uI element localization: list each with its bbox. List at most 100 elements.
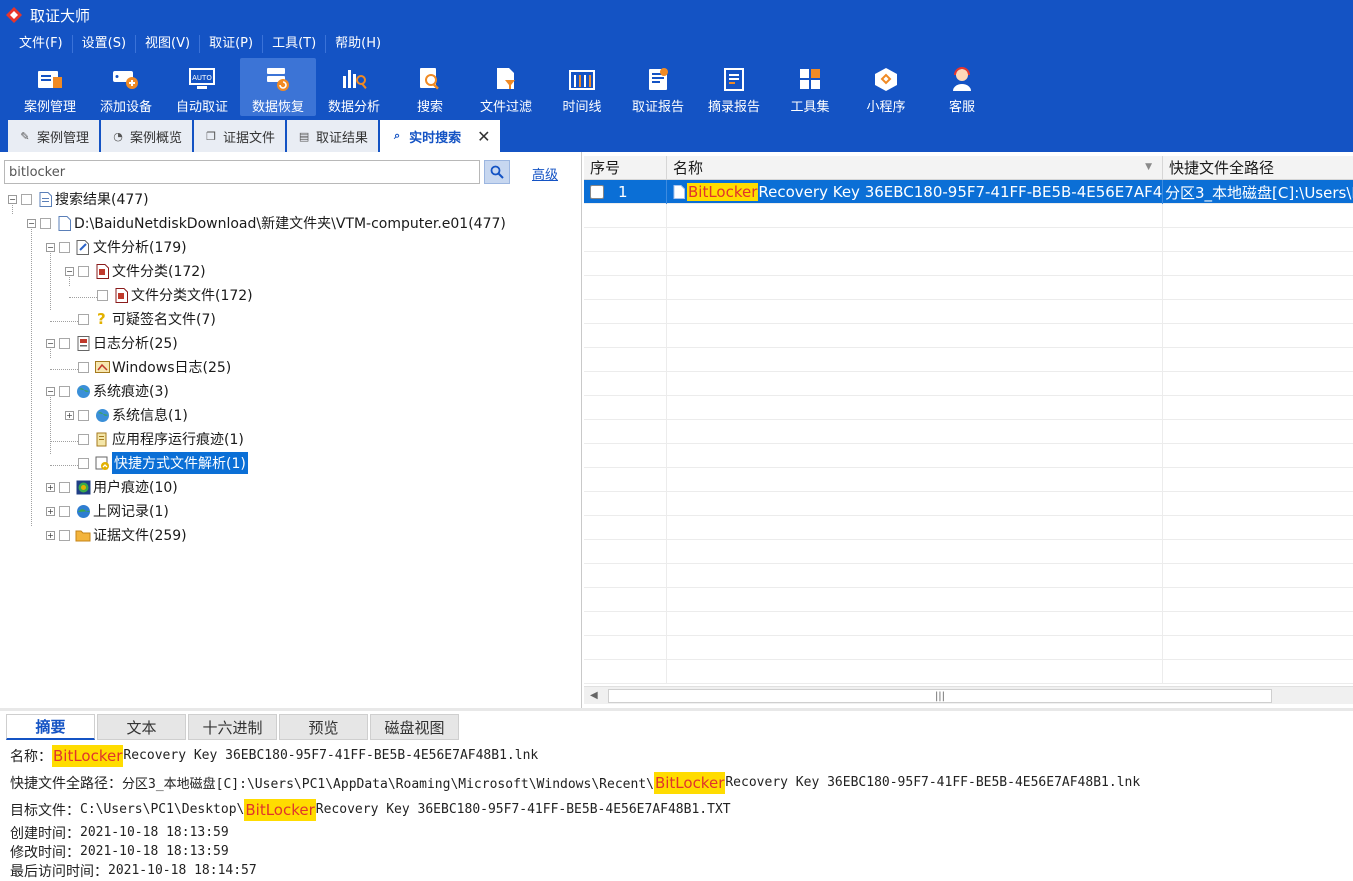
- tree-checkbox[interactable]: [59, 241, 70, 253]
- keyword-highlight: BitLocker: [687, 183, 759, 201]
- grid-header: 序号 名称 ▼ 快捷文件全路径: [584, 156, 1353, 180]
- toolbar-file-filter-button[interactable]: 文件过滤: [468, 58, 544, 116]
- menu-forensics[interactable]: 取证(P): [200, 35, 264, 53]
- expand-toggle[interactable]: +: [46, 506, 55, 516]
- customer-service-icon: [947, 64, 977, 94]
- tree-checkbox[interactable]: [40, 217, 51, 229]
- tree-node-suspicious-signature[interactable]: ? 可疑签名文件(7): [78, 308, 216, 330]
- menu-file[interactable]: 文件(F): [10, 35, 73, 53]
- collapse-toggle[interactable]: −: [46, 386, 55, 396]
- tree-checkbox[interactable]: [59, 481, 70, 493]
- tree-node-classified-files[interactable]: 文件分类文件(172): [97, 284, 253, 306]
- toolbar-timeline-button[interactable]: 时间线: [544, 58, 620, 116]
- tree-node-system-traces[interactable]: − 系统痕迹(3): [46, 380, 169, 402]
- toolbar-search-button[interactable]: 搜索: [392, 58, 468, 116]
- tree-checkbox[interactable]: [97, 289, 108, 301]
- tab-preview[interactable]: 预览: [279, 714, 368, 740]
- tree-node-file-analysis[interactable]: − 文件分析(179): [46, 236, 187, 258]
- collapse-toggle[interactable]: −: [8, 194, 17, 204]
- expand-toggle[interactable]: +: [65, 410, 74, 420]
- tab-case-management[interactable]: ✎ 案例管理: [8, 120, 100, 152]
- tree-checkbox[interactable]: [78, 313, 89, 325]
- copy-icon: ❐: [206, 129, 216, 143]
- tab-disk-view[interactable]: 磁盘视图: [370, 714, 459, 740]
- tree-checkbox[interactable]: [78, 265, 89, 277]
- horizontal-scrollbar[interactable]: ◀ |||: [584, 686, 1353, 704]
- tab-summary[interactable]: 摘要: [6, 714, 95, 740]
- tree-node-app-run-traces[interactable]: 应用程序运行痕迹(1): [78, 428, 244, 450]
- toolbar-excerpt-report-button[interactable]: 摘录报告: [696, 58, 772, 116]
- toolbar-toolkit-button[interactable]: 工具集: [772, 58, 848, 116]
- tree-node-search-results[interactable]: − 搜索结果(477): [8, 188, 149, 210]
- left-pane: 高级 − 搜索结果(477) − D:\BaiduNetdiskDownload…: [0, 152, 582, 708]
- tree-checkbox[interactable]: [78, 433, 89, 445]
- menu-help[interactable]: 帮助(H): [326, 35, 390, 53]
- expand-toggle[interactable]: +: [46, 530, 55, 540]
- globe-icon: [94, 407, 110, 423]
- tree-checkbox[interactable]: [78, 361, 89, 373]
- auto-forensic-icon: AUTO: [187, 64, 217, 94]
- tree-node-log-analysis[interactable]: − 日志分析(25): [46, 332, 178, 354]
- selected-node-label: 快捷方式文件解析(1): [112, 452, 248, 474]
- tab-realtime-search[interactable]: ⌕ 实时搜索 ✕: [380, 120, 501, 152]
- filter-arrow-icon[interactable]: ▼: [1145, 162, 1152, 172]
- tree-checkbox[interactable]: [59, 385, 70, 397]
- forensic-report-icon: [643, 64, 673, 94]
- menu-view[interactable]: 视图(V): [136, 35, 201, 53]
- tab-case-overview[interactable]: ◔ 案例概览: [101, 120, 193, 152]
- svg-text:AUTO: AUTO: [192, 74, 212, 82]
- column-header-index[interactable]: 序号: [584, 156, 667, 179]
- file-filter-icon: [491, 64, 521, 94]
- pane-splitter[interactable]: [0, 708, 1353, 711]
- tree-checkbox[interactable]: [78, 457, 89, 469]
- tree-node-evidence-files[interactable]: + 证据文件(259): [46, 524, 187, 546]
- tree-node-browsing-history[interactable]: + 上网记录(1): [46, 500, 169, 522]
- toolbar-add-device-button[interactable]: 添加设备: [88, 58, 164, 116]
- tree-checkbox[interactable]: [59, 529, 70, 541]
- search-input[interactable]: [4, 160, 480, 184]
- collapse-toggle[interactable]: −: [46, 242, 55, 252]
- toolbar-case-management-button[interactable]: 案例管理: [12, 58, 88, 116]
- toolbar-data-analysis-button[interactable]: 数据分析: [316, 58, 392, 116]
- collapse-toggle[interactable]: −: [27, 218, 36, 228]
- empty-row: [584, 204, 1353, 228]
- magnifier-icon: [490, 165, 504, 179]
- empty-row: [584, 300, 1353, 324]
- tree-node-windows-log[interactable]: Windows日志(25): [78, 356, 231, 378]
- close-tab-icon[interactable]: ✕: [477, 127, 490, 146]
- row-checkbox[interactable]: [590, 185, 604, 199]
- tree-node-user-traces[interactable]: + 用户痕迹(10): [46, 476, 178, 498]
- tree-checkbox[interactable]: [78, 409, 89, 421]
- tree-node-file-classification[interactable]: − 文件分类(172): [65, 260, 206, 282]
- tab-forensic-results[interactable]: ▤ 取证结果: [287, 120, 379, 152]
- advanced-search-link[interactable]: 高级: [532, 164, 558, 183]
- scrollbar-thumb[interactable]: |||: [608, 689, 1272, 703]
- tab-hex[interactable]: 十六进制: [188, 714, 277, 740]
- tree-checkbox[interactable]: [59, 337, 70, 349]
- menu-tools[interactable]: 工具(T): [263, 35, 327, 53]
- tree-checkbox[interactable]: [59, 505, 70, 517]
- toolbar-mini-program-button[interactable]: 小程序: [848, 58, 924, 116]
- document-tabs: ✎ 案例管理 ◔ 案例概览 ❐ 证据文件 ▤ 取证结果 ⌕ 实时搜索 ✕: [0, 118, 1353, 152]
- toolbar-forensic-report-button[interactable]: 取证报告: [620, 58, 696, 116]
- user-traces-icon: [75, 479, 91, 495]
- toolbar-customer-service-button[interactable]: 客服: [924, 58, 1000, 116]
- tree-node-system-info[interactable]: + 系统信息(1): [65, 404, 188, 426]
- toolbar-auto-forensic-button[interactable]: AUTO 自动取证: [164, 58, 240, 116]
- tab-evidence-files[interactable]: ❐ 证据文件: [194, 120, 286, 152]
- collapse-toggle[interactable]: −: [46, 338, 55, 348]
- empty-row: [584, 612, 1353, 636]
- collapse-toggle[interactable]: −: [65, 266, 74, 276]
- tab-text[interactable]: 文本: [97, 714, 186, 740]
- toolbar-data-recovery-button[interactable]: 数据恢复: [240, 58, 316, 116]
- column-header-shortcut-path[interactable]: 快捷文件全路径: [1163, 156, 1353, 179]
- tree-checkbox[interactable]: [21, 193, 32, 205]
- expand-toggle[interactable]: +: [46, 482, 55, 492]
- column-header-name[interactable]: 名称 ▼: [667, 156, 1163, 179]
- scroll-left-arrow-icon[interactable]: ◀: [590, 690, 598, 701]
- menu-settings[interactable]: 设置(S): [73, 35, 137, 53]
- tree-node-image-file[interactable]: − D:\BaiduNetdiskDownload\新建文件夹\VTM-comp…: [27, 212, 506, 234]
- tree-node-shortcut-parse[interactable]: 快捷方式文件解析(1): [78, 452, 248, 474]
- table-row[interactable]: 1 BitLocker Recovery Key 36EBC180-95F7-4…: [584, 180, 1353, 204]
- search-button[interactable]: [484, 160, 510, 184]
